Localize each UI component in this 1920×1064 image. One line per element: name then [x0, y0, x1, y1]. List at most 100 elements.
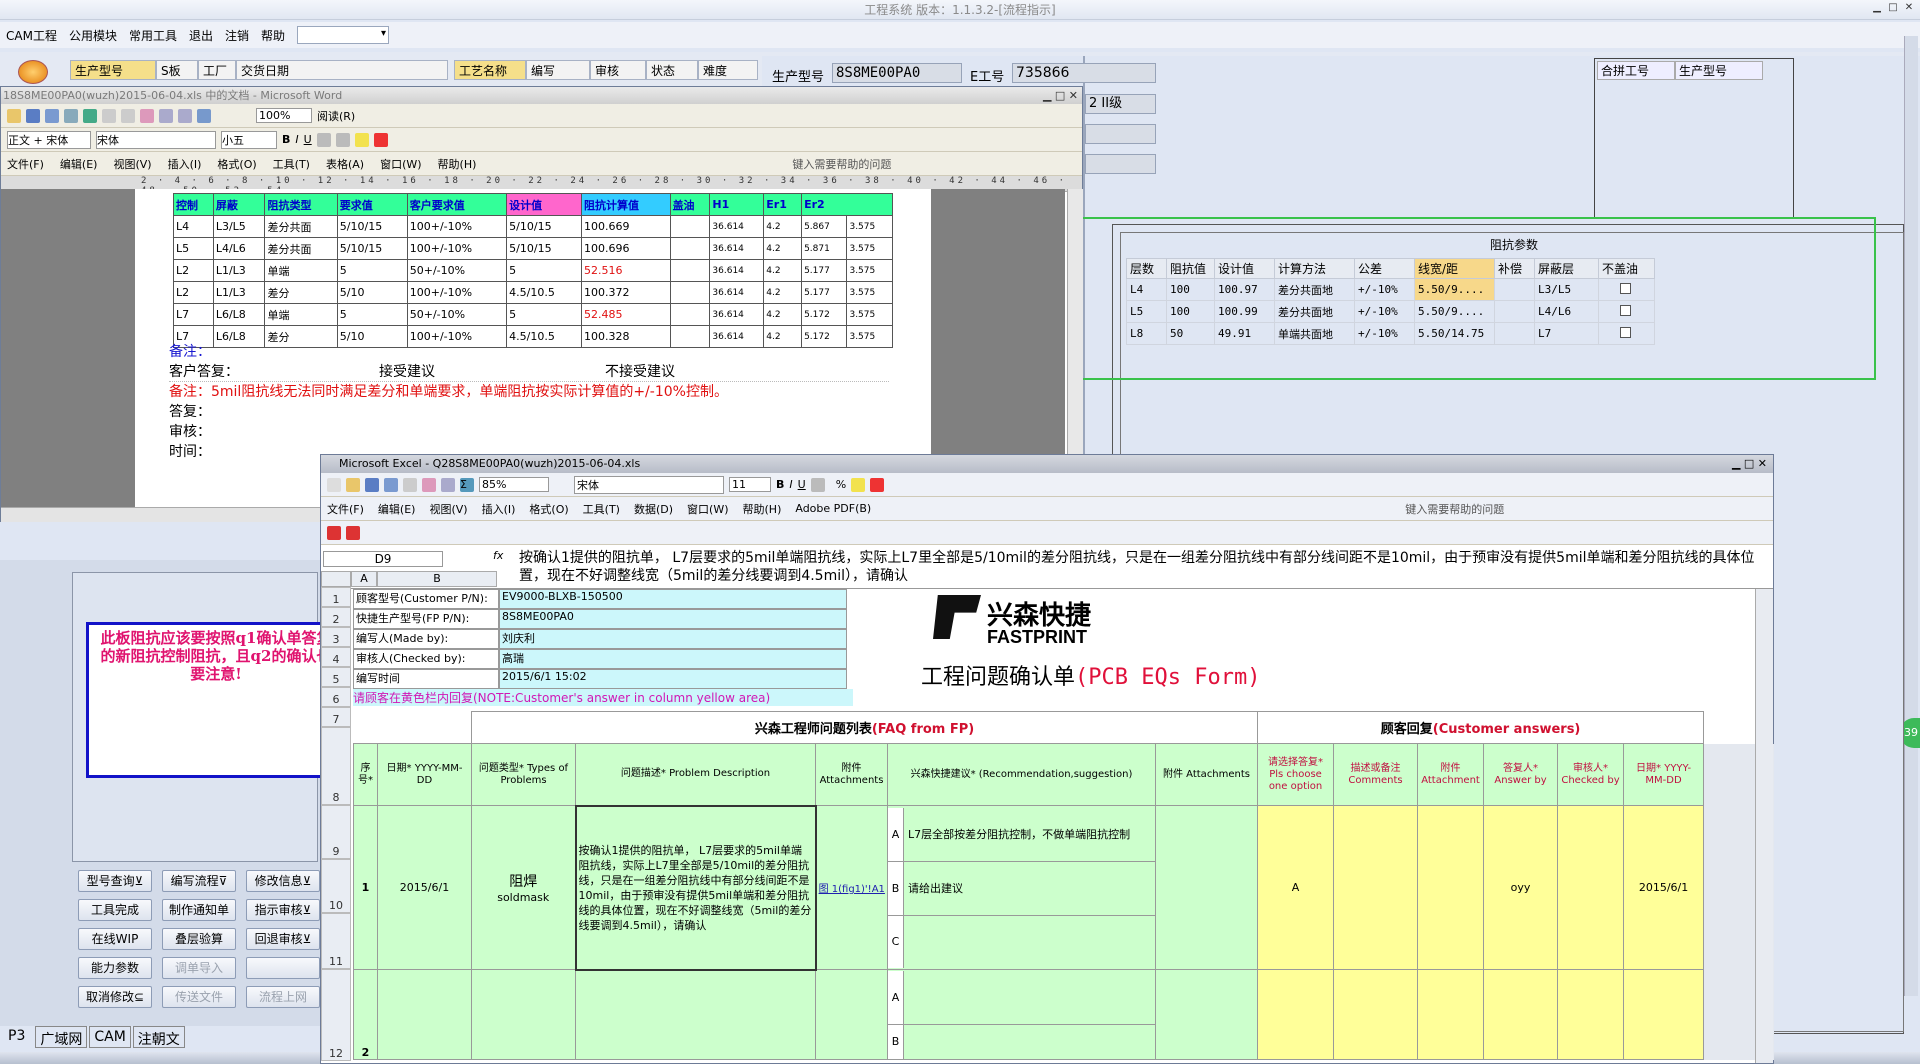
sum-icon[interactable]: Σ: [460, 477, 474, 492]
word-cell[interactable]: 100.328: [581, 325, 671, 348]
menu-logout[interactable]: 注销: [225, 27, 249, 44]
xl-underline-icon[interactable]: U: [798, 478, 806, 491]
excel-menu-item[interactable]: 视图(V): [429, 501, 467, 517]
row1-date[interactable]: 2015/6/1: [377, 805, 472, 970]
table-icon[interactable]: [197, 108, 211, 123]
row-number[interactable]: 8: [321, 727, 351, 805]
status-user[interactable]: 注朝文: [132, 1026, 185, 1048]
word-cell[interactable]: L3/L5: [212, 215, 266, 238]
word-cell[interactable]: 4.2: [763, 237, 803, 260]
row1-desc[interactable]: 按确认1提供的阻抗单， L7层要求的5mil单端阻抗线，实际上L7里全部是5/1…: [574, 804, 817, 971]
level-field[interactable]: 2 II级: [1085, 94, 1156, 114]
pdf-icon[interactable]: [327, 525, 341, 540]
word-cell[interactable]: L2: [173, 281, 214, 304]
word-menu-item[interactable]: 帮助(H): [438, 156, 477, 172]
row-number[interactable]: 5: [321, 667, 351, 687]
word-cell[interactable]: 5/10/15: [336, 215, 408, 238]
word-cell[interactable]: 3.575: [846, 215, 893, 238]
word-cell[interactable]: 36.614: [709, 237, 765, 260]
action-button-0[interactable]: 型号查询⊻: [78, 870, 152, 892]
word-cell[interactable]: 36.614: [709, 303, 765, 326]
xl-paste-icon[interactable]: [422, 477, 436, 492]
word-cell[interactable]: 5: [336, 259, 408, 282]
excel-menu-item[interactable]: 帮助(H): [743, 501, 782, 517]
row1-choice[interactable]: A: [1257, 805, 1335, 970]
size-select[interactable]: 小五: [221, 130, 277, 149]
underline-icon[interactable]: U: [304, 133, 312, 146]
word-cell[interactable]: L6/L8: [212, 325, 266, 348]
row-number[interactable]: 3: [321, 627, 351, 647]
word-cell[interactable]: 100+/-10%: [406, 325, 508, 348]
word-cell[interactable]: 差分共面: [264, 237, 338, 260]
row2-checked[interactable]: [1557, 969, 1625, 1060]
action-button-7[interactable]: 叠层验算: [162, 928, 236, 950]
pdf-mail-icon[interactable]: [346, 525, 360, 540]
row2-cust-att[interactable]: [1417, 969, 1485, 1060]
menu-exit[interactable]: 退出: [189, 27, 213, 44]
style-select[interactable]: 正文 + 宋体: [7, 130, 91, 149]
redo-icon[interactable]: [178, 108, 192, 123]
word-cell[interactable]: 50+/-10%: [406, 259, 508, 282]
tab-process[interactable]: 工艺名称: [454, 60, 526, 80]
word-cell[interactable]: [669, 325, 711, 348]
info-value[interactable]: 2015/6/1 15:02: [499, 669, 847, 689]
logo-icon[interactable]: [18, 60, 48, 84]
tab-delivery[interactable]: 交货日期: [236, 60, 448, 80]
job-field[interactable]: 735866: [1012, 63, 1156, 83]
word-cell[interactable]: 4.2: [763, 281, 803, 304]
word-cell[interactable]: 4.2: [763, 215, 803, 238]
fill-icon[interactable]: [851, 477, 866, 492]
word-cell[interactable]: 5.177: [801, 259, 848, 282]
xl-size[interactable]: 11: [729, 477, 771, 492]
menu-public[interactable]: 公用模块: [69, 27, 117, 44]
row-number[interactable]: 12: [321, 969, 351, 1061]
word-cell[interactable]: 4.5/10.5: [506, 325, 582, 348]
row-number[interactable]: 7: [321, 707, 351, 727]
word-cell[interactable]: 100.669: [581, 215, 671, 238]
xl-align-icon[interactable]: [810, 477, 825, 492]
font-color-icon[interactable]: [373, 132, 388, 147]
row2-no[interactable]: 2: [353, 969, 378, 1060]
col-a[interactable]: A: [351, 571, 377, 587]
word-menu-item[interactable]: 编辑(E): [60, 156, 98, 172]
action-button-4[interactable]: 制作通知单: [162, 899, 236, 921]
word-cell[interactable]: 4.2: [763, 325, 803, 348]
read-button[interactable]: 阅读(R): [317, 108, 355, 124]
action-button-12[interactable]: 取消修改⊆: [78, 986, 152, 1008]
word-cell[interactable]: 3.575: [846, 237, 893, 260]
italic-icon[interactable]: I: [295, 133, 298, 146]
word-cell[interactable]: 差分共面: [264, 215, 338, 238]
word-cell[interactable]: 差分: [264, 325, 338, 348]
word-cell[interactable]: 36.614: [709, 215, 765, 238]
word-cell[interactable]: 4.5/10.5: [506, 281, 582, 304]
word-cell[interactable]: 100.372: [581, 281, 671, 304]
copy-icon[interactable]: [121, 108, 135, 123]
spell-icon[interactable]: [83, 108, 97, 123]
xl-save-icon[interactable]: [365, 477, 379, 492]
tab-difficulty[interactable]: 难度: [698, 60, 758, 80]
corner-cell[interactable]: [321, 571, 351, 587]
tab-factory[interactable]: 工厂: [198, 60, 236, 80]
word-cell[interactable]: 单端: [264, 303, 338, 326]
info-value[interactable]: 8S8ME00PA0: [499, 609, 847, 629]
word-cell[interactable]: 差分: [264, 281, 338, 304]
menu-combo[interactable]: [297, 26, 390, 44]
blank-field-2[interactable]: [1085, 154, 1156, 174]
word-cell[interactable]: [669, 237, 711, 260]
word-cell[interactable]: 5: [336, 303, 408, 326]
right-scrollbar[interactable]: [1904, 36, 1918, 996]
info-value[interactable]: 高瑞: [499, 649, 847, 669]
new-icon[interactable]: [327, 477, 341, 492]
row1-comments[interactable]: [1333, 805, 1419, 970]
name-box[interactable]: D9: [323, 551, 443, 567]
word-cell[interactable]: 4.2: [763, 303, 803, 326]
word-help-box[interactable]: 键入需要帮助的问题: [792, 156, 891, 172]
row-number[interactable]: 11: [321, 913, 351, 969]
row2-cdate[interactable]: [1623, 969, 1705, 1060]
excel-menu-item[interactable]: 文件(F): [327, 501, 364, 517]
align-center-icon[interactable]: [335, 132, 350, 147]
word-cell[interactable]: 单端: [264, 259, 338, 282]
row2-choice[interactable]: [1257, 969, 1335, 1060]
preview-icon[interactable]: [64, 108, 78, 123]
word-cell[interactable]: L2: [173, 259, 214, 282]
